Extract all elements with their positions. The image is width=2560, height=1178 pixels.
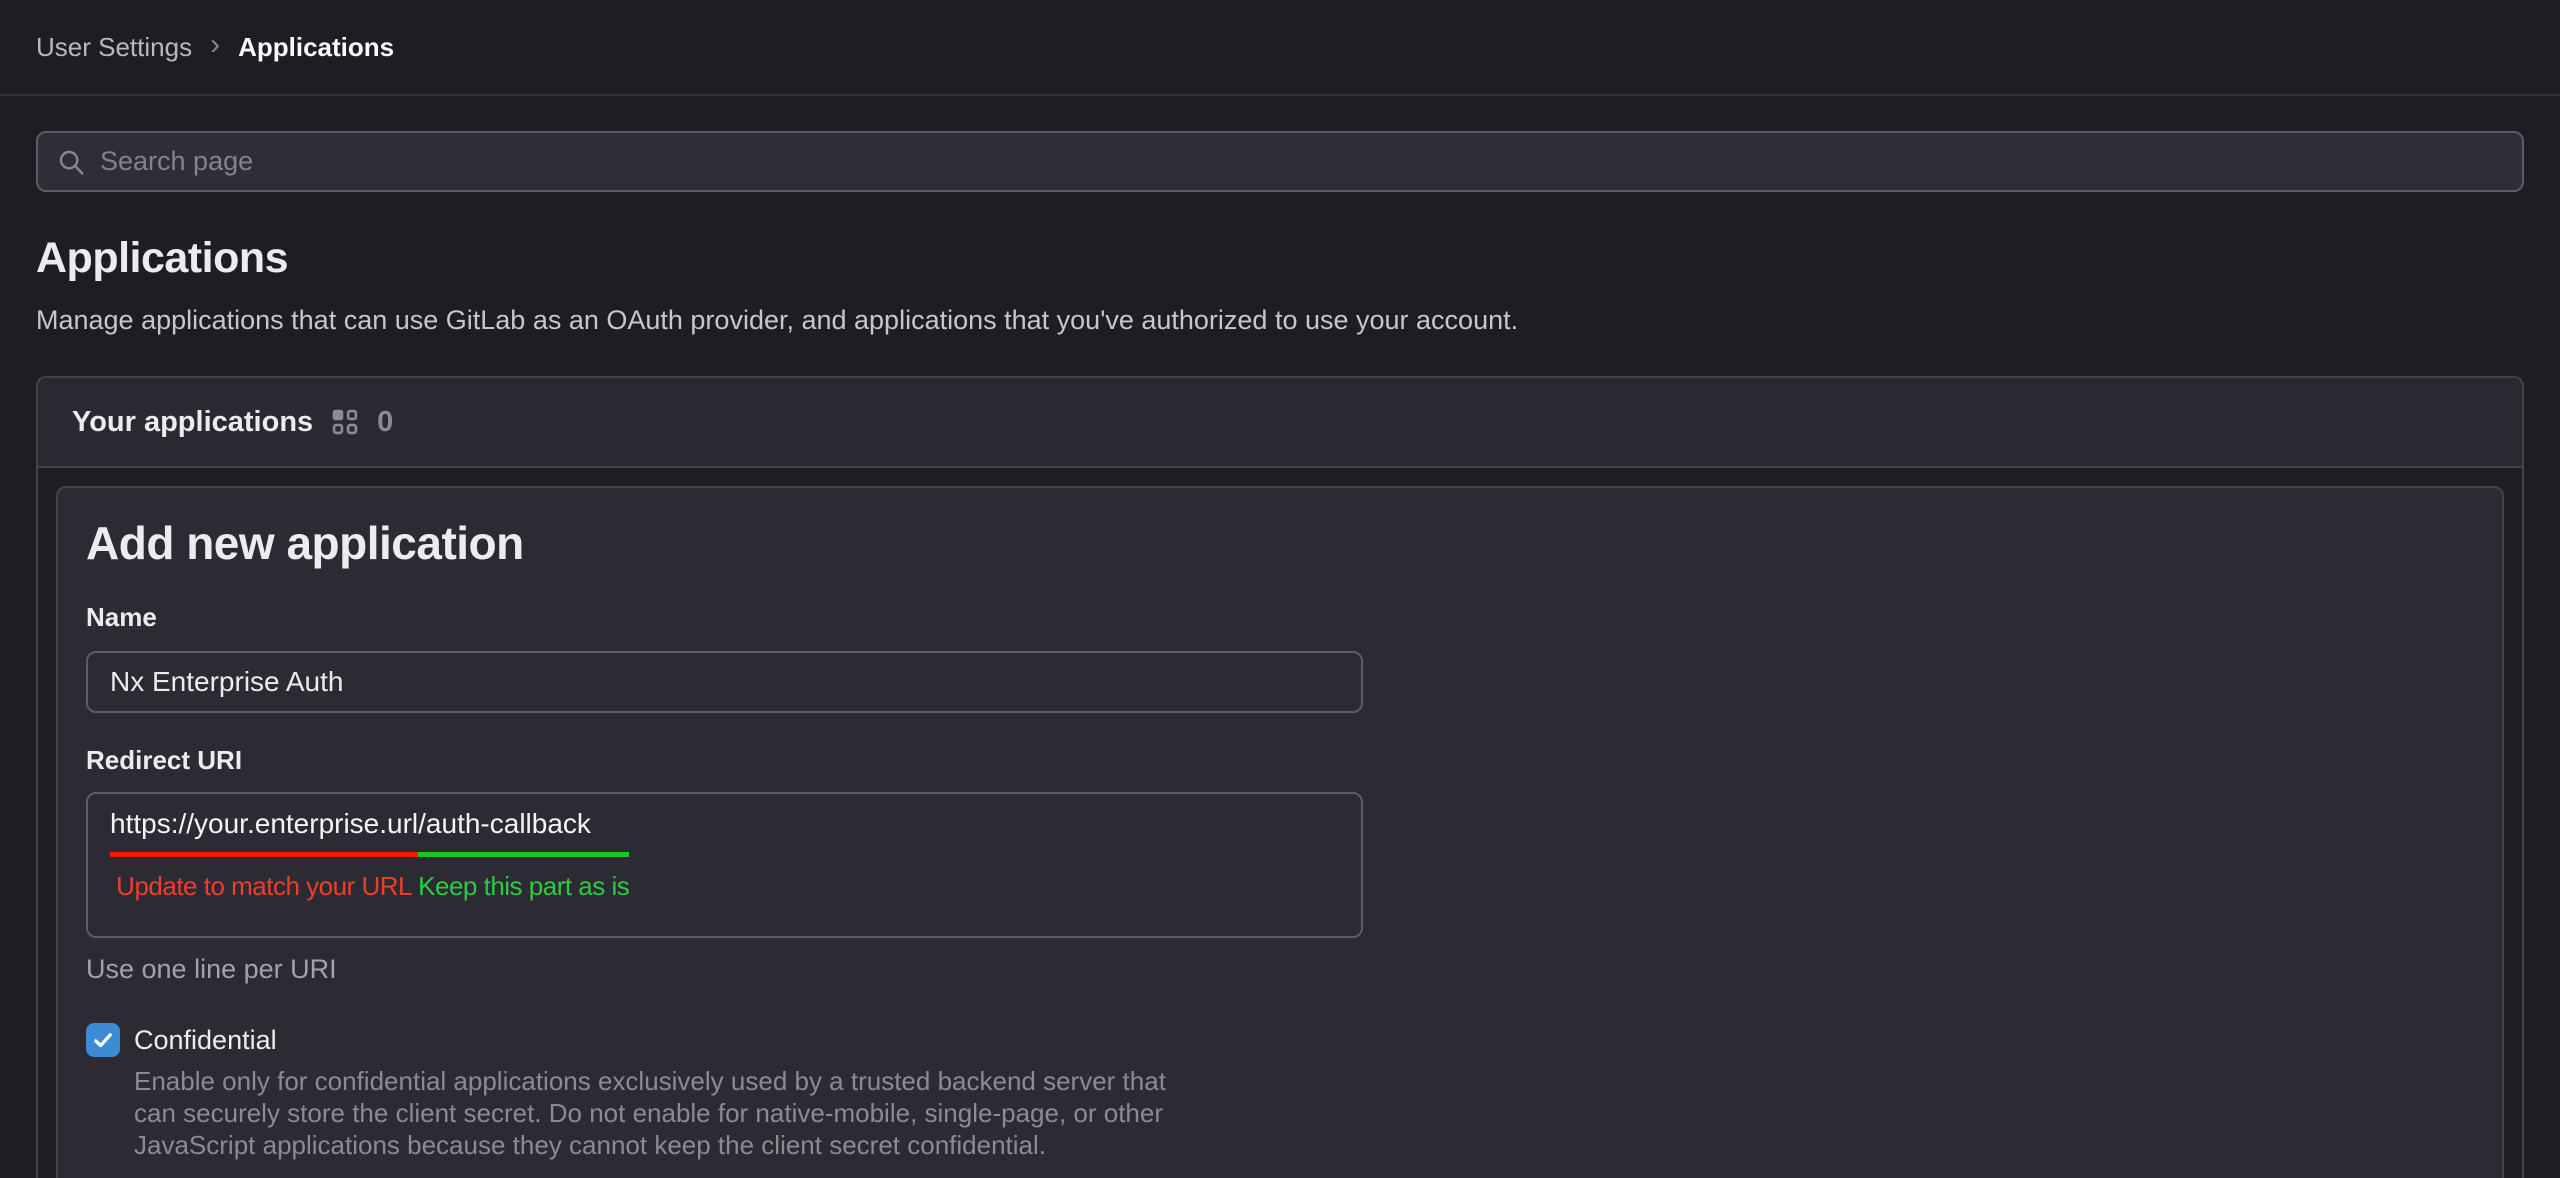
breadcrumb-current-page: Applications <box>238 32 394 63</box>
confidential-checkbox-row: Confidential <box>86 1023 2474 1057</box>
redirect-uri-host-part: https://your.enterprise.url <box>110 808 418 857</box>
search-icon <box>56 147 86 177</box>
confidential-help-line: JavaScript applications because they can… <box>134 1129 2474 1161</box>
name-label: Name <box>86 602 2474 633</box>
confidential-help: Enable only for confidential application… <box>134 1065 2474 1161</box>
applications-grid-icon <box>331 408 359 436</box>
page-description: Manage applications that can use GitLab … <box>36 305 2524 336</box>
page-search-box[interactable] <box>36 131 2524 192</box>
your-applications-body: Add new application Name Redirect URI ht… <box>38 468 2522 1178</box>
applications-count: 0 <box>377 406 393 439</box>
confidential-checkbox[interactable] <box>86 1023 120 1057</box>
redirect-uri-callback-part: /auth-callback <box>418 808 629 857</box>
search-input[interactable] <box>100 146 2504 177</box>
redirect-uri-label: Redirect URI <box>86 745 2474 776</box>
breadcrumb: User Settings › Applications <box>0 0 2560 96</box>
chevron-right-icon: › <box>210 30 220 64</box>
annotation-keep-part: Keep this part as is <box>418 857 629 902</box>
redirect-uri-textarea[interactable]: https://your.enterprise.url /auth-callba… <box>86 792 1363 938</box>
add-application-title: Add new application <box>86 516 2474 570</box>
your-applications-title: Your applications <box>72 406 313 439</box>
confidential-label[interactable]: Confidential <box>134 1025 277 1056</box>
breadcrumb-user-settings-link[interactable]: User Settings <box>36 32 192 63</box>
confidential-help-line: can securely store the client secret. Do… <box>134 1097 2474 1129</box>
application-name-input[interactable] <box>86 651 1363 713</box>
add-new-application-card: Add new application Name Redirect URI ht… <box>56 486 2504 1178</box>
your-applications-header: Your applications 0 <box>38 378 2522 468</box>
your-applications-panel: Your applications 0 Add new application … <box>36 376 2524 1178</box>
redirect-uri-value: https://your.enterprise.url /auth-callba… <box>110 808 629 902</box>
checkmark-icon <box>91 1028 115 1052</box>
annotation-update-url: Update to match your URL <box>110 857 418 902</box>
redirect-uri-help: Use one line per URI <box>86 954 2474 985</box>
confidential-help-line: Enable only for confidential application… <box>134 1065 2474 1097</box>
page-title: Applications <box>36 234 2524 283</box>
main-content: Applications Manage applications that ca… <box>0 131 2560 1178</box>
